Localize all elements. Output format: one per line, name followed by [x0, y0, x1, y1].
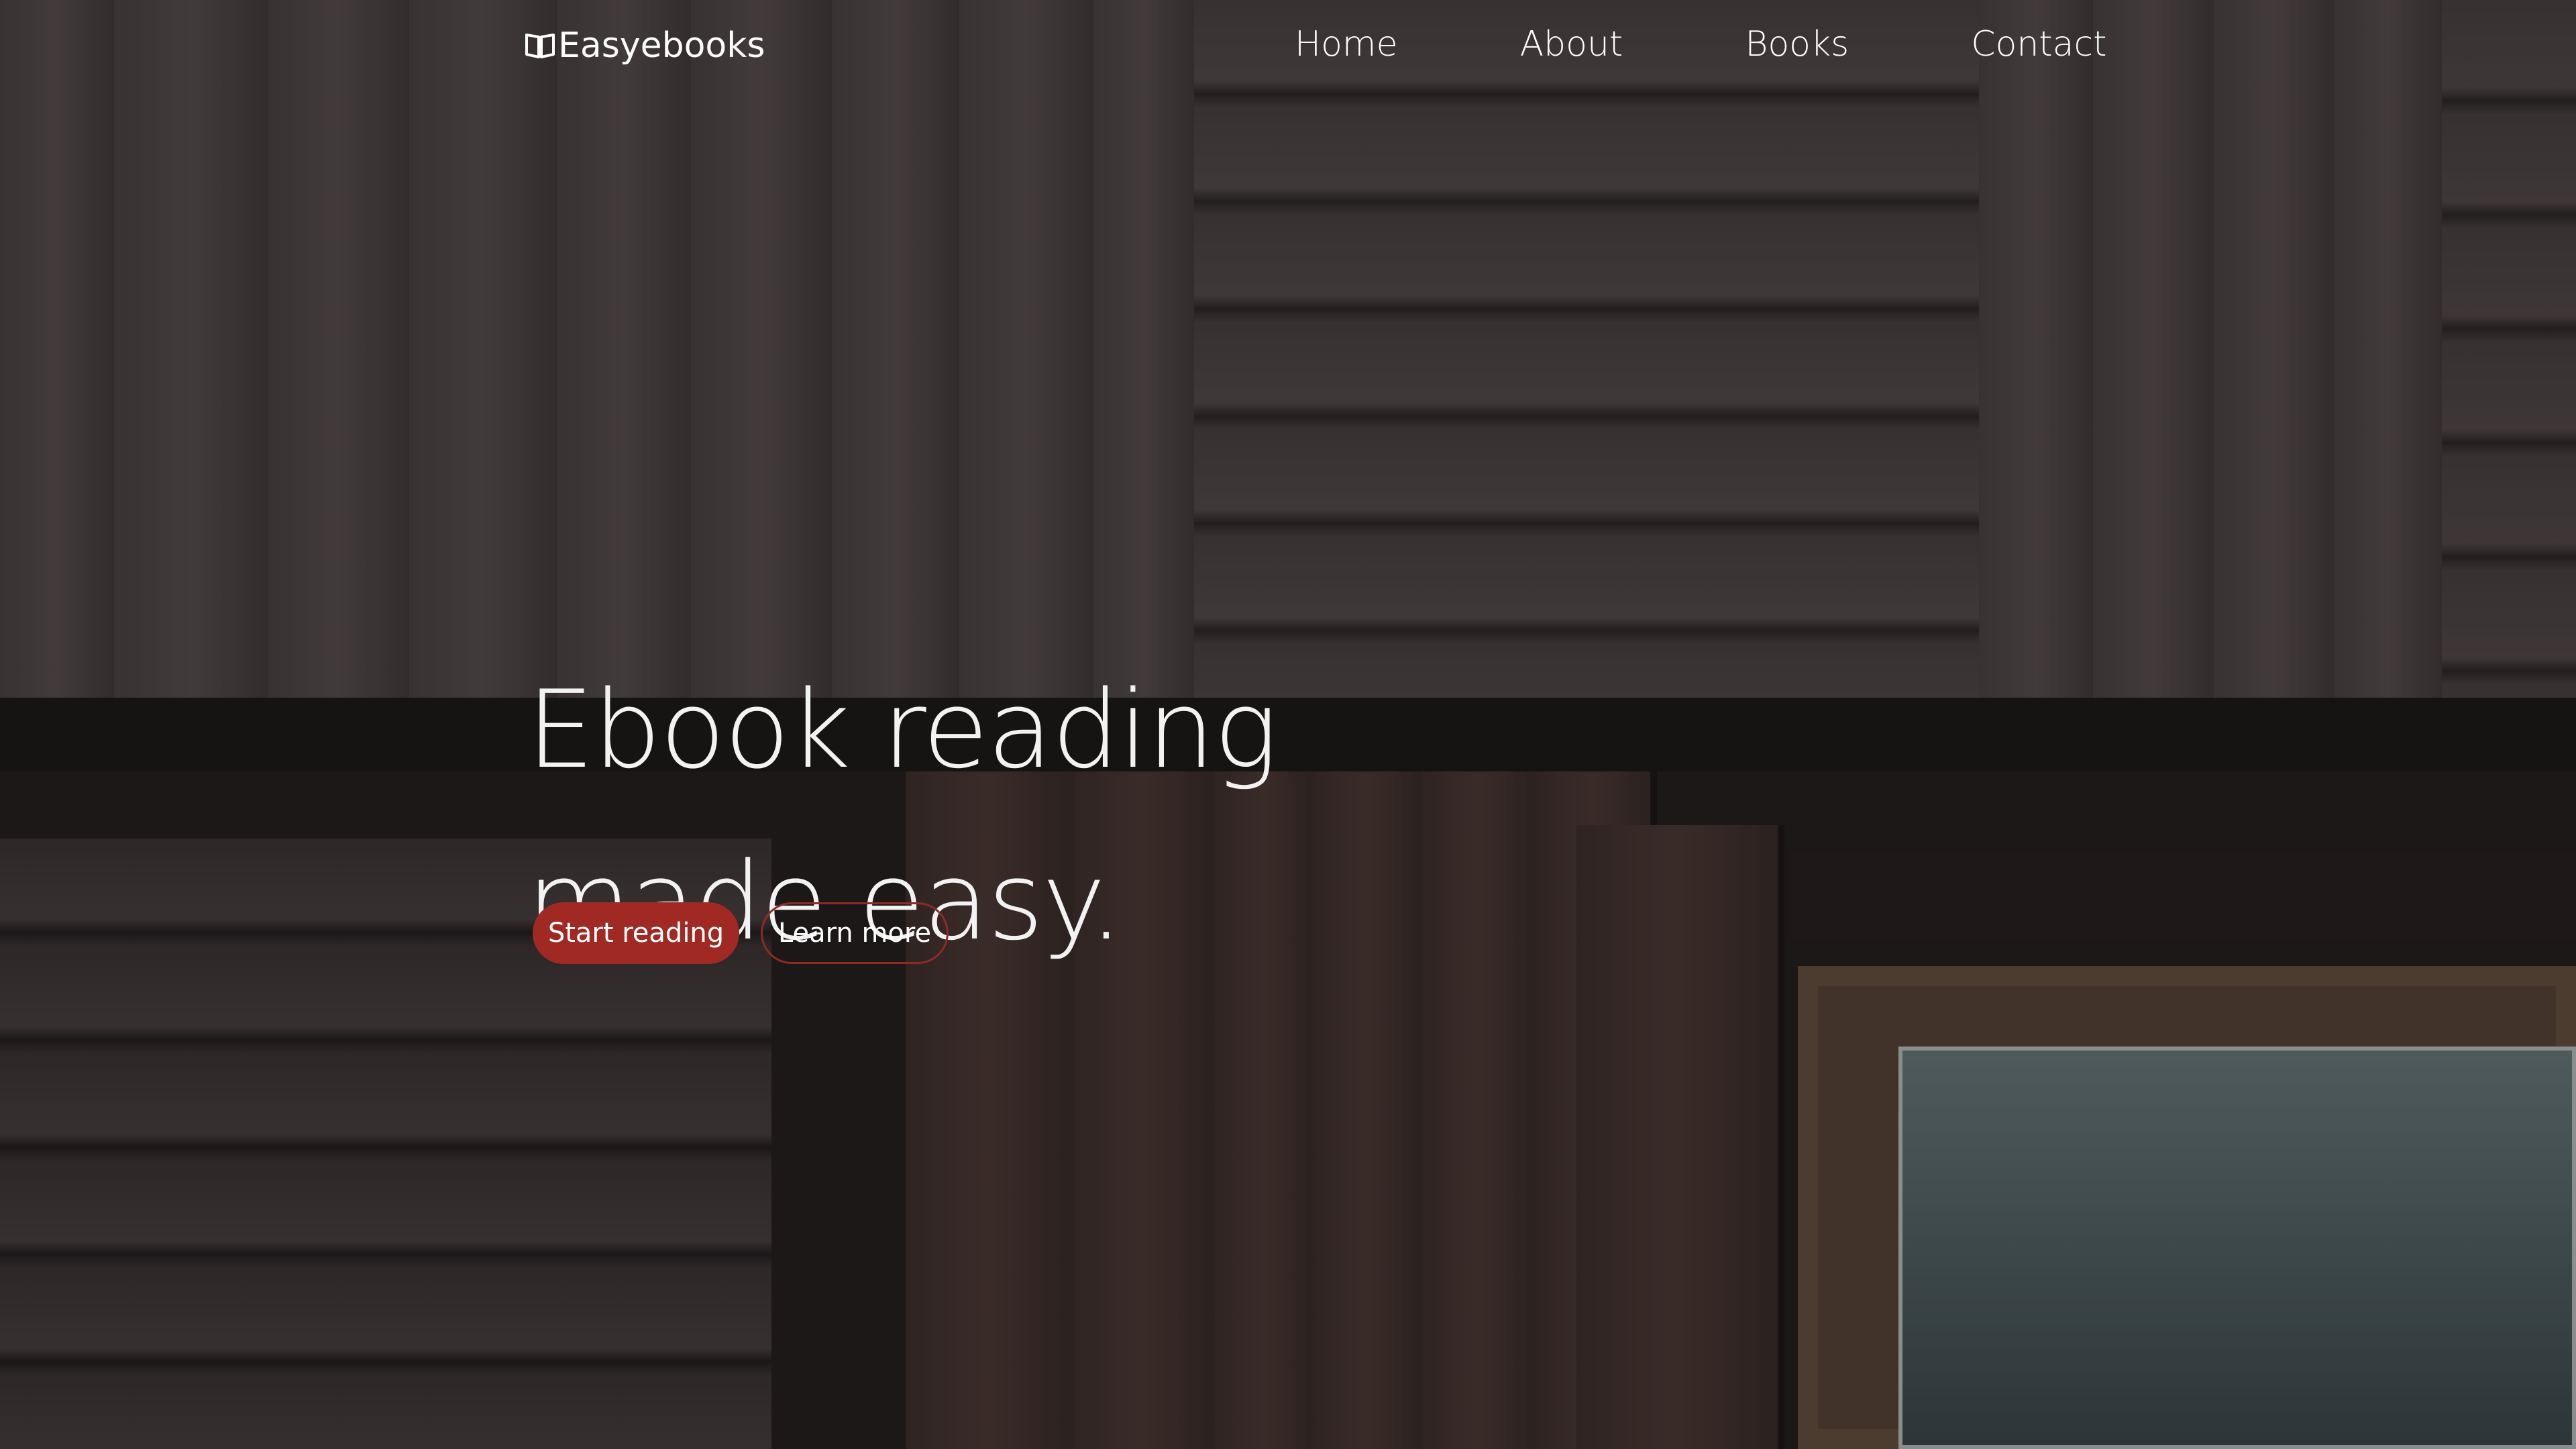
brand-name: Easyebooks [558, 25, 765, 66]
site-header: Easyebooks Home About Books Contact [0, 0, 2576, 94]
nav-link-contact[interactable]: Contact [1971, 24, 2106, 64]
brand-logo-link[interactable]: Easyebooks [525, 25, 765, 66]
main-navigation: Home About Books Contact [1295, 24, 2107, 64]
learn-more-button[interactable]: Learn more [761, 902, 949, 964]
start-reading-button[interactable]: Start reading [533, 902, 739, 964]
hero-section: Ebook reading made easy. Start reading L… [527, 644, 1466, 987]
nav-link-home[interactable]: Home [1295, 24, 1398, 64]
hero-cta-group: Start reading Learn more [533, 902, 949, 964]
open-book-icon [525, 34, 555, 58]
nav-link-about[interactable]: About [1520, 24, 1623, 64]
nav-link-books[interactable]: Books [1745, 24, 1849, 64]
hero-headline-line-1: Ebook reading [527, 667, 1278, 792]
